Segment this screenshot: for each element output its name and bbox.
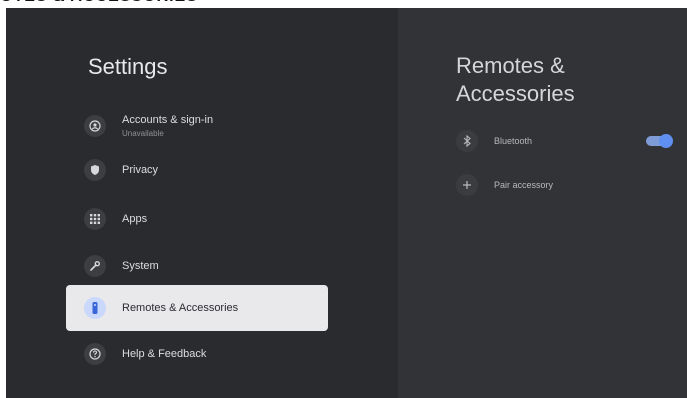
sidebar-item-remotes-accessories[interactable]: Remotes & Accessories — [66, 285, 328, 331]
bluetooth-icon — [456, 130, 478, 152]
sidebar-item-help-feedback[interactable]: Help & Feedback — [66, 332, 328, 376]
bluetooth-label: Bluetooth — [494, 136, 533, 146]
toggle-knob — [659, 134, 673, 148]
pair-accessory-label: Pair accessory — [494, 180, 554, 190]
sidebar-item-label: System — [122, 260, 159, 272]
shield-icon — [84, 159, 106, 181]
account-icon — [84, 115, 106, 137]
sidebar-item-system[interactable]: System — [66, 244, 328, 288]
page-title: Settings — [88, 54, 168, 79]
pair-accessory-row[interactable]: Pair accessory — [456, 174, 553, 196]
sidebar-item-accounts[interactable]: Accounts & sign-in Unavailable — [66, 104, 328, 148]
sidebar-item-label: Help & Feedback — [122, 348, 207, 360]
help-icon — [84, 343, 106, 365]
sidebar-item-apps[interactable]: Apps — [66, 197, 328, 241]
sidebar-item-privacy[interactable]: Privacy — [66, 148, 328, 192]
wrench-icon — [84, 255, 106, 277]
top-caption: OTES & ACCESSORIES — [0, 0, 300, 8]
sidebar-item-label: Privacy — [122, 164, 159, 176]
apps-grid-icon — [84, 208, 106, 230]
tv-settings-screen: Settings Accounts & sign-in Unavailable … — [6, 8, 687, 398]
panel-title: Remotes & Accessories — [456, 53, 575, 106]
bluetooth-toggle[interactable] — [646, 134, 673, 148]
bluetooth-row[interactable]: Bluetooth — [456, 130, 532, 152]
sidebar-item-label: Apps — [122, 213, 148, 225]
sidebar-item-label: Accounts & sign-in — [122, 114, 214, 126]
sidebar-item-sublabel: Unavailable — [122, 129, 164, 138]
sidebar-item-label: Remotes & Accessories — [122, 302, 239, 314]
plus-icon — [456, 174, 478, 196]
remote-icon — [84, 297, 106, 319]
